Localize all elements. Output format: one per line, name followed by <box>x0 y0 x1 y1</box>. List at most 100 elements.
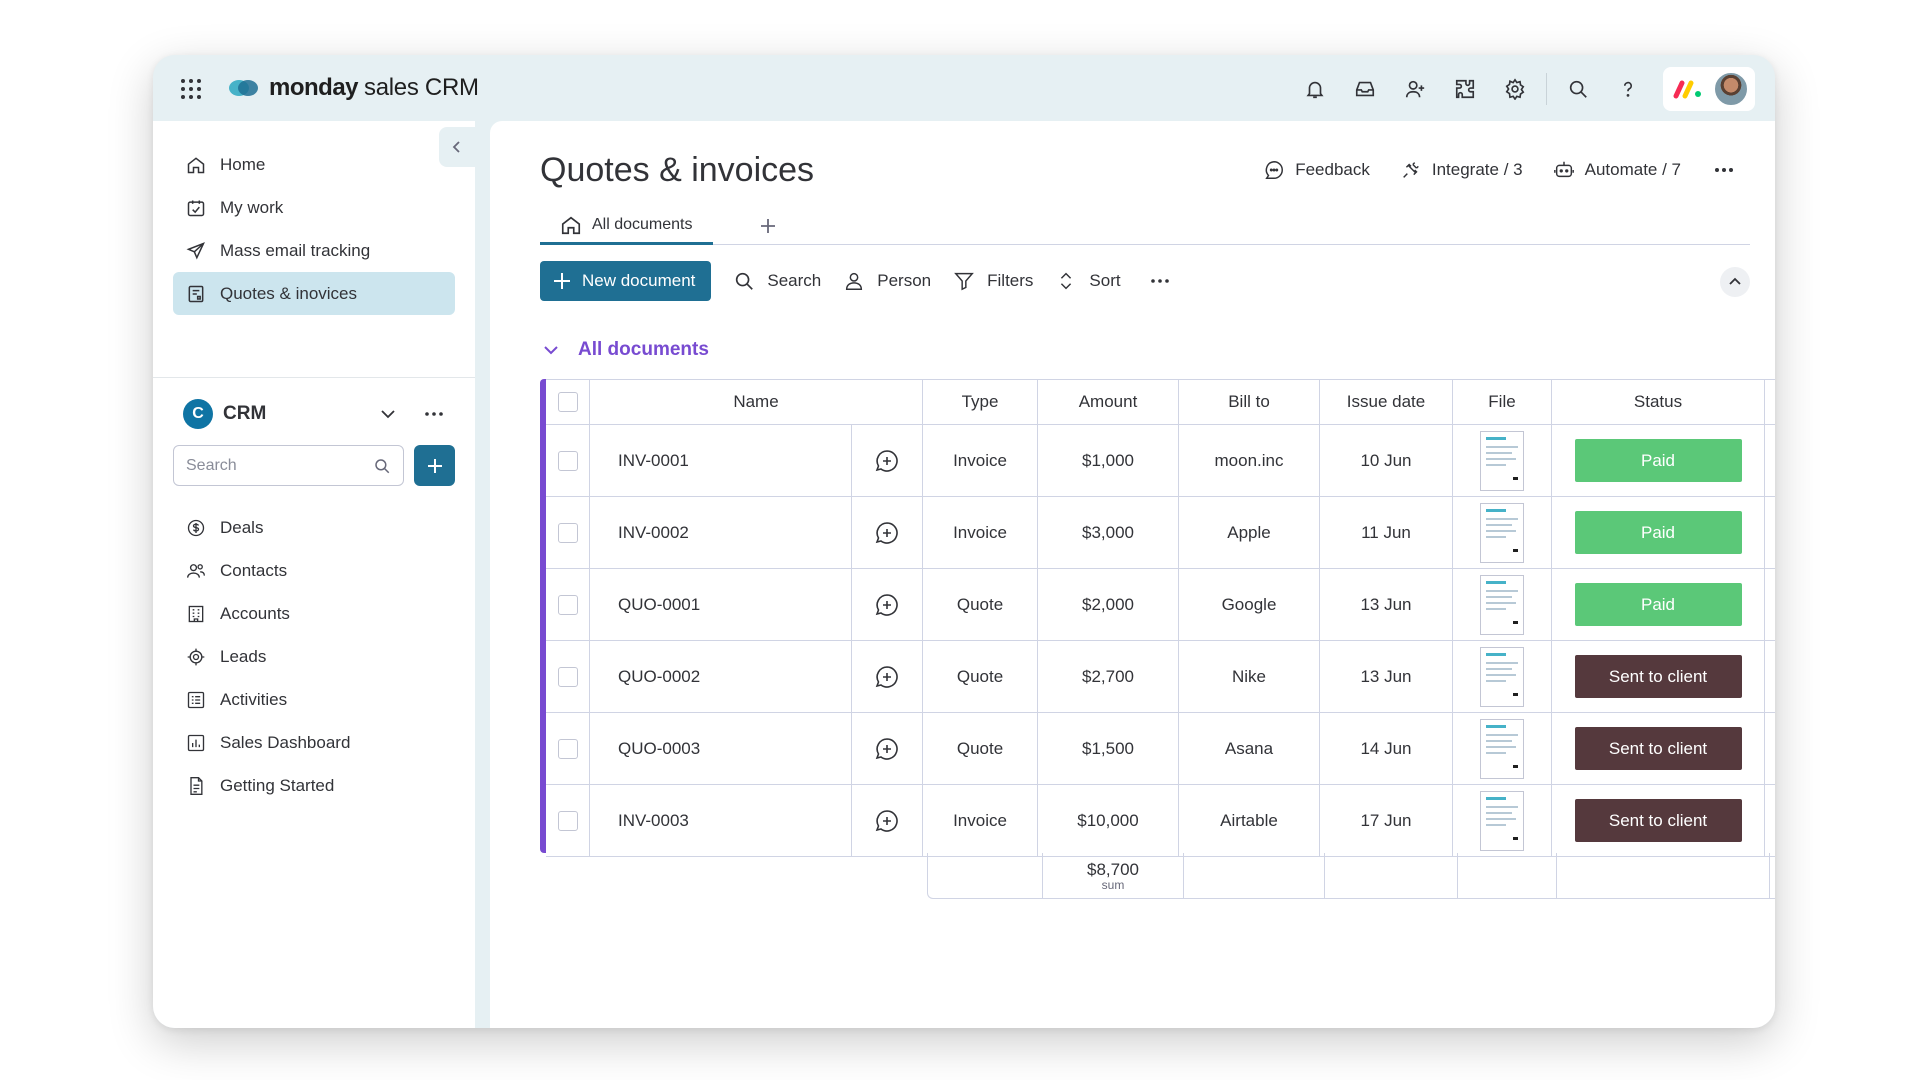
doc-type[interactable]: Invoice <box>923 497 1038 568</box>
sidebar-item-accounts[interactable]: Accounts <box>173 592 455 635</box>
file-thumbnail[interactable] <box>1480 502 1524 563</box>
add-item-button[interactable] <box>414 445 455 486</box>
table-row[interactable]: QUO-0003 Quote $1,500 Asana 14 Jun Sent … <box>546 713 1775 785</box>
doc-issue-date[interactable]: 17 Jun <box>1320 785 1453 856</box>
search-icon[interactable] <box>1564 75 1592 103</box>
nav-mass-email-tracking[interactable]: Mass email tracking <box>173 229 455 272</box>
invite-member-icon[interactable] <box>1401 75 1429 103</box>
help-icon[interactable] <box>1614 75 1642 103</box>
status-badge[interactable]: Paid <box>1574 439 1742 482</box>
amount-sum-cell[interactable]: $8,700 sum <box>1043 853 1184 898</box>
group-header[interactable]: All documents <box>540 339 709 361</box>
doc-bill-to[interactable]: moon.inc <box>1179 425 1320 496</box>
collapse-header-button[interactable] <box>1720 267 1750 297</box>
doc-amount[interactable]: $1,000 <box>1038 425 1179 496</box>
doc-issue-date[interactable]: 11 Jun <box>1320 497 1453 568</box>
nav-quotes-invoices[interactable]: Quotes & inovices <box>173 272 455 315</box>
row-checkbox[interactable] <box>557 450 578 471</box>
doc-name[interactable]: QUO-0002 <box>590 641 852 712</box>
apps-grid-icon[interactable] <box>179 77 203 101</box>
sidebar-item-leads[interactable]: Leads <box>173 635 455 678</box>
table-row[interactable]: QUO-0002 Quote $2,700 Nike 13 Jun Sent t… <box>546 641 1775 713</box>
doc-type[interactable]: Quote <box>923 713 1038 784</box>
doc-amount[interactable]: $1,500 <box>1038 713 1179 784</box>
row-checkbox[interactable] <box>557 666 578 687</box>
sidebar-item-sales-dashboard[interactable]: Sales Dashboard <box>173 721 455 764</box>
status-badge[interactable]: Sent to client <box>1574 799 1742 842</box>
doc-name[interactable]: INV-0001 <box>590 425 852 496</box>
doc-bill-to[interactable]: Google <box>1179 569 1320 640</box>
inbox-icon[interactable] <box>1351 75 1379 103</box>
integrate-button[interactable]: Integrate / 3 <box>1400 159 1523 181</box>
toolbar-more-icon[interactable] <box>1149 270 1171 292</box>
table-row[interactable]: INV-0003 Invoice $10,000 Airtable 17 Jun… <box>546 785 1775 857</box>
column-header-bill-to[interactable]: Bill to <box>1179 380 1320 424</box>
sidebar-item-activities[interactable]: Activities <box>173 678 455 721</box>
sidebar-search-input[interactable] <box>186 456 356 475</box>
doc-bill-to[interactable]: Airtable <box>1179 785 1320 856</box>
add-update-icon[interactable] <box>873 447 901 475</box>
nav-my-work[interactable]: My work <box>173 186 455 229</box>
automate-button[interactable]: Automate / 7 <box>1553 159 1681 181</box>
doc-bill-to[interactable]: Nike <box>1179 641 1320 712</box>
add-update-icon[interactable] <box>873 591 901 619</box>
doc-name[interactable]: QUO-0003 <box>590 713 852 784</box>
doc-type[interactable]: Quote <box>923 569 1038 640</box>
row-checkbox[interactable] <box>557 594 578 615</box>
row-checkbox[interactable] <box>557 810 578 831</box>
workspace-header[interactable]: C CRM <box>183 397 455 431</box>
file-thumbnail[interactable] <box>1480 790 1524 851</box>
doc-issue-date[interactable]: 14 Jun <box>1320 713 1453 784</box>
doc-issue-date[interactable]: 10 Jun <box>1320 425 1453 496</box>
doc-bill-to[interactable]: Apple <box>1179 497 1320 568</box>
sidebar-item-deals[interactable]: Deals <box>173 506 455 549</box>
doc-amount[interactable]: $3,000 <box>1038 497 1179 568</box>
chevron-down-icon[interactable] <box>377 403 399 425</box>
doc-type[interactable]: Invoice <box>923 785 1038 856</box>
more-options-icon[interactable] <box>1713 159 1735 181</box>
doc-name[interactable]: QUO-0001 <box>590 569 852 640</box>
add-update-icon[interactable] <box>873 735 901 763</box>
file-thumbnail[interactable] <box>1480 574 1524 635</box>
select-all-checkbox[interactable] <box>557 392 578 412</box>
doc-amount[interactable]: $10,000 <box>1038 785 1179 856</box>
status-badge[interactable]: Paid <box>1574 583 1742 626</box>
doc-amount[interactable]: $2,700 <box>1038 641 1179 712</box>
doc-issue-date[interactable]: 13 Jun <box>1320 569 1453 640</box>
add-update-icon[interactable] <box>873 807 901 835</box>
feedback-button[interactable]: Feedback <box>1263 159 1370 181</box>
column-header-issue-date[interactable]: Issue date <box>1320 380 1453 424</box>
add-update-icon[interactable] <box>873 519 901 547</box>
file-thumbnail[interactable] <box>1480 646 1524 707</box>
search-button[interactable]: Search <box>733 261 821 301</box>
status-badge[interactable]: Sent to client <box>1574 727 1742 770</box>
tab-all-documents[interactable]: All documents <box>540 207 713 245</box>
doc-name[interactable]: INV-0002 <box>590 497 852 568</box>
file-thumbnail[interactable] <box>1480 430 1524 491</box>
account-menu[interactable] <box>1663 67 1755 111</box>
table-row[interactable]: QUO-0001 Quote $2,000 Google 13 Jun Paid <box>546 569 1775 641</box>
doc-type[interactable]: Quote <box>923 641 1038 712</box>
sidebar-search[interactable] <box>173 445 404 486</box>
filters-button[interactable]: Filters <box>953 261 1033 301</box>
row-checkbox[interactable] <box>557 522 578 543</box>
app-logo[interactable]: monday sales CRM <box>228 73 479 103</box>
table-row[interactable]: INV-0001 Invoice $1,000 moon.inc 10 Jun … <box>546 425 1775 497</box>
workspace-more-icon[interactable] <box>423 403 445 425</box>
notifications-bell-icon[interactable] <box>1301 75 1329 103</box>
column-header-file[interactable]: File <box>1453 380 1552 424</box>
column-header-status[interactable]: Status <box>1552 380 1765 424</box>
sidebar-item-contacts[interactable]: Contacts <box>173 549 455 592</box>
sidebar-item-getting-started[interactable]: Getting Started <box>173 764 455 807</box>
column-header-amount[interactable]: Amount <box>1038 380 1179 424</box>
status-badge[interactable]: Sent to client <box>1574 655 1742 698</box>
sort-button[interactable]: Sort <box>1055 261 1121 301</box>
column-header-type[interactable]: Type <box>923 380 1038 424</box>
settings-gear-icon[interactable] <box>1501 75 1529 103</box>
doc-issue-date[interactable]: 13 Jun <box>1320 641 1453 712</box>
integrations-puzzle-icon[interactable] <box>1451 75 1479 103</box>
user-avatar[interactable] <box>1713 71 1749 107</box>
table-row[interactable]: INV-0002 Invoice $3,000 Apple 11 Jun Pai… <box>546 497 1775 569</box>
status-badge[interactable]: Paid <box>1574 511 1742 554</box>
person-filter-button[interactable]: Person <box>843 261 931 301</box>
